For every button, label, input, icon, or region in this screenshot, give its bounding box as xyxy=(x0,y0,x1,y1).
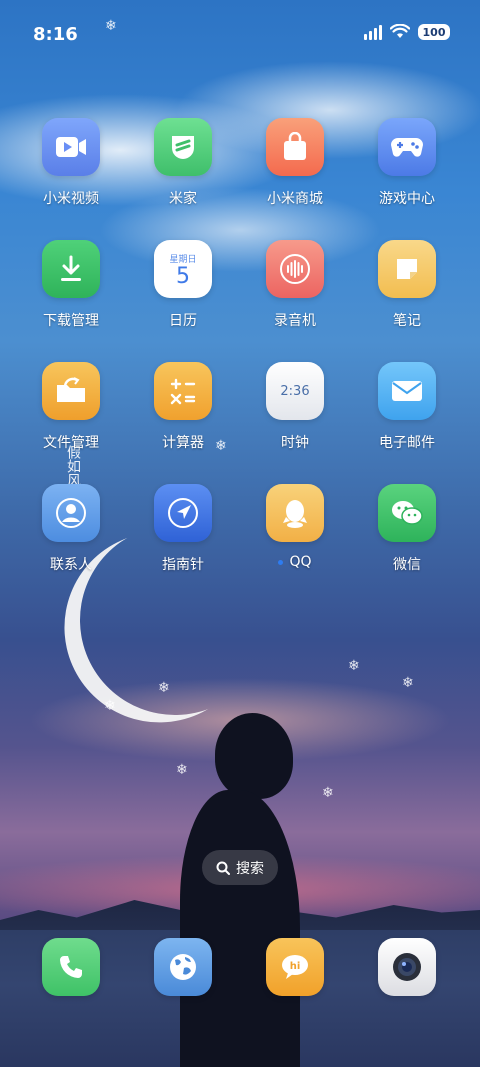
camera-lens-icon xyxy=(378,938,436,996)
note-icon xyxy=(378,240,436,298)
search-label: 搜索 xyxy=(236,860,264,877)
calendar-day: 5 xyxy=(176,263,190,289)
app-calendar[interactable]: 星期日 5 日历 xyxy=(127,240,239,330)
app-label: 时钟 xyxy=(281,435,309,451)
app-game-center[interactable]: 游戏中心 xyxy=(351,118,463,208)
snowflake-icon: ❄ xyxy=(322,785,334,801)
app-label: 下载管理 xyxy=(43,313,99,329)
snowflake-icon: ❄ xyxy=(104,698,116,714)
mail-envelope-icon xyxy=(378,362,436,420)
dock: hi xyxy=(15,938,465,996)
app-label: 指南针 xyxy=(162,557,204,573)
app-label: QQ xyxy=(239,554,351,570)
app-label: 计算器 xyxy=(162,435,204,451)
app-file-manager[interactable]: 文件管理 xyxy=(15,362,127,452)
app-label: 日历 xyxy=(169,313,197,329)
app-label: 电子邮件 xyxy=(379,435,435,451)
app-label: 小米商城 xyxy=(267,191,323,207)
wechat-bubbles-icon xyxy=(378,484,436,542)
qq-penguin-icon xyxy=(266,484,324,542)
dock-messages[interactable]: hi xyxy=(239,938,351,996)
app-label: 游戏中心 xyxy=(379,191,435,207)
app-compass[interactable]: 指南针 xyxy=(127,484,239,574)
app-wechat[interactable]: 微信 xyxy=(351,484,463,574)
app-label: 联系人 xyxy=(50,557,92,573)
svg-text:hi: hi xyxy=(290,961,301,972)
snowflake-icon: ❄ xyxy=(158,680,170,696)
app-mi-video[interactable]: 小米视频 xyxy=(15,118,127,208)
status-icons: 100 xyxy=(364,24,450,40)
app-email[interactable]: 电子邮件 xyxy=(351,362,463,452)
contact-person-icon xyxy=(42,484,100,542)
app-notes[interactable]: 笔记 xyxy=(351,240,463,330)
app-label: 文件管理 xyxy=(43,435,99,451)
silhouette-body xyxy=(180,790,300,1067)
app-mijia[interactable]: 米家 xyxy=(127,118,239,208)
app-label-text: QQ xyxy=(289,554,312,570)
cellular-signal-icon xyxy=(364,24,382,40)
dock-browser[interactable] xyxy=(127,938,239,996)
app-label: 小米视频 xyxy=(43,191,99,207)
phone-icon xyxy=(42,938,100,996)
app-calculator[interactable]: 计算器 xyxy=(127,362,239,452)
app-label: 笔记 xyxy=(393,313,421,329)
battery-indicator: 100 xyxy=(418,24,450,40)
calendar-weekday: 星期日 xyxy=(169,254,197,265)
download-arrow-icon xyxy=(42,240,100,298)
dock-camera[interactable] xyxy=(351,938,463,996)
app-label: 录音机 xyxy=(274,313,316,329)
sound-wave-icon xyxy=(266,240,324,298)
snowflake-icon: ❄ xyxy=(176,762,188,778)
compass-arrow-icon xyxy=(154,484,212,542)
app-mi-store[interactable]: 小米商城 xyxy=(239,118,351,208)
app-clock[interactable]: 2:36 时钟 xyxy=(239,362,351,452)
video-play-icon xyxy=(42,118,100,176)
new-install-dot xyxy=(278,559,284,565)
snowflake-icon: ❄ xyxy=(402,675,414,691)
app-recorder[interactable]: 录音机 xyxy=(239,240,351,330)
mijia-shield-icon xyxy=(154,118,212,176)
hi-bubble-icon: hi xyxy=(266,938,324,996)
app-qq[interactable]: QQ xyxy=(239,484,351,570)
app-label: 微信 xyxy=(393,557,421,573)
silhouette-head xyxy=(215,713,293,799)
clock-icon: 2:36 xyxy=(266,362,324,420)
app-contacts[interactable]: 联系人 xyxy=(15,484,127,574)
shopping-bag-icon xyxy=(266,118,324,176)
search-button[interactable]: 搜索 xyxy=(202,850,278,885)
calculator-icon xyxy=(154,362,212,420)
gamepad-icon xyxy=(378,118,436,176)
dock-phone[interactable] xyxy=(15,938,127,996)
status-time: 8:16 xyxy=(33,24,78,45)
app-downloads[interactable]: 下载管理 xyxy=(15,240,127,330)
calendar-icon: 星期日 5 xyxy=(154,240,212,298)
clock-time: 2:36 xyxy=(280,383,310,399)
status-bar: 8:16 100 xyxy=(0,20,480,50)
snowflake-icon: ❄ xyxy=(348,658,360,674)
wifi-icon xyxy=(390,24,410,38)
folder-icon xyxy=(42,362,100,420)
app-label: 米家 xyxy=(169,191,197,207)
globe-icon xyxy=(154,938,212,996)
search-icon xyxy=(216,861,230,875)
